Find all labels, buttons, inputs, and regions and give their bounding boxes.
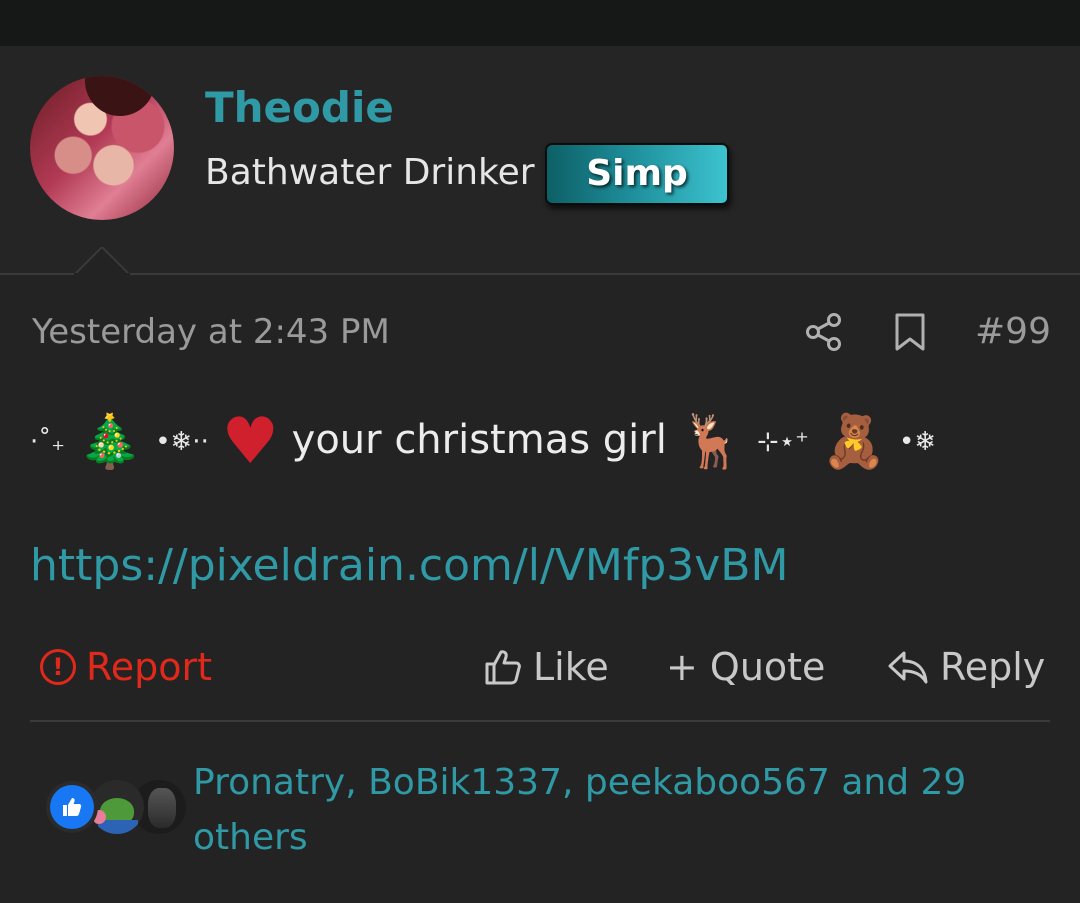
reaction-names[interactable]: Pronatry, BoBik1337, peekaboo567 and 29 … [193, 755, 1033, 865]
share-icon[interactable] [804, 312, 844, 352]
message-deco-stars: ·˚₊ [30, 427, 65, 457]
teddy-bear-icon: 🧸 [821, 412, 887, 472]
reply-label: Reply [940, 645, 1046, 689]
like-label: Like [533, 645, 609, 689]
thumbs-up-icon [485, 650, 521, 685]
user-title: Bathwater Drinker [205, 152, 535, 193]
report-icon: ! [40, 649, 76, 685]
post-link[interactable]: https://pixeldrain.com/l/VMfp3vBM [30, 538, 788, 594]
user-avatar[interactable] [30, 76, 174, 220]
thumbs-up-small-icon [63, 798, 82, 816]
header-notch [74, 247, 130, 275]
actions-divider [30, 720, 1050, 722]
quote-button[interactable]: + Quote [666, 640, 825, 694]
username[interactable]: Theodie [205, 82, 394, 134]
report-button[interactable]: ! Report [40, 640, 212, 694]
quote-label: + Quote [666, 645, 826, 689]
message-deco-sparkle: ⊹⋆⁺ [757, 427, 809, 457]
message-text: your christmas girl [291, 417, 667, 463]
reply-button[interactable]: Reply [886, 640, 1045, 694]
top-bar [0, 0, 1080, 46]
reindeer-icon: 🦌 [679, 412, 745, 472]
reactor-avatar[interactable] [90, 780, 144, 834]
reaction-avatars[interactable] [46, 778, 186, 838]
message-deco-snow: •❄︎·· [155, 427, 209, 457]
user-banner: Simp [545, 143, 729, 205]
post-timestamp[interactable]: Yesterday at 2:43 PM [32, 310, 390, 354]
user-banner-label: Simp [586, 153, 688, 194]
christmas-tree-icon: 🎄 [77, 412, 143, 472]
post-message: ·˚₊ 🎄 •❄︎·· ♥ your christmas girl 🦌 ⊹⋆⁺ … [30, 395, 936, 487]
header-divider [0, 273, 1080, 275]
report-label: Report [86, 645, 212, 689]
like-button[interactable]: Like [483, 640, 609, 694]
like-reaction-icon [46, 781, 98, 833]
heart-icon: ♥ [221, 405, 279, 479]
bookmark-icon[interactable] [893, 312, 927, 352]
reply-arrow-icon [888, 651, 928, 684]
avatar-hair [85, 76, 155, 116]
message-deco-snow-end: •❄︎ [899, 427, 937, 457]
post-number[interactable]: #99 [975, 310, 1051, 354]
